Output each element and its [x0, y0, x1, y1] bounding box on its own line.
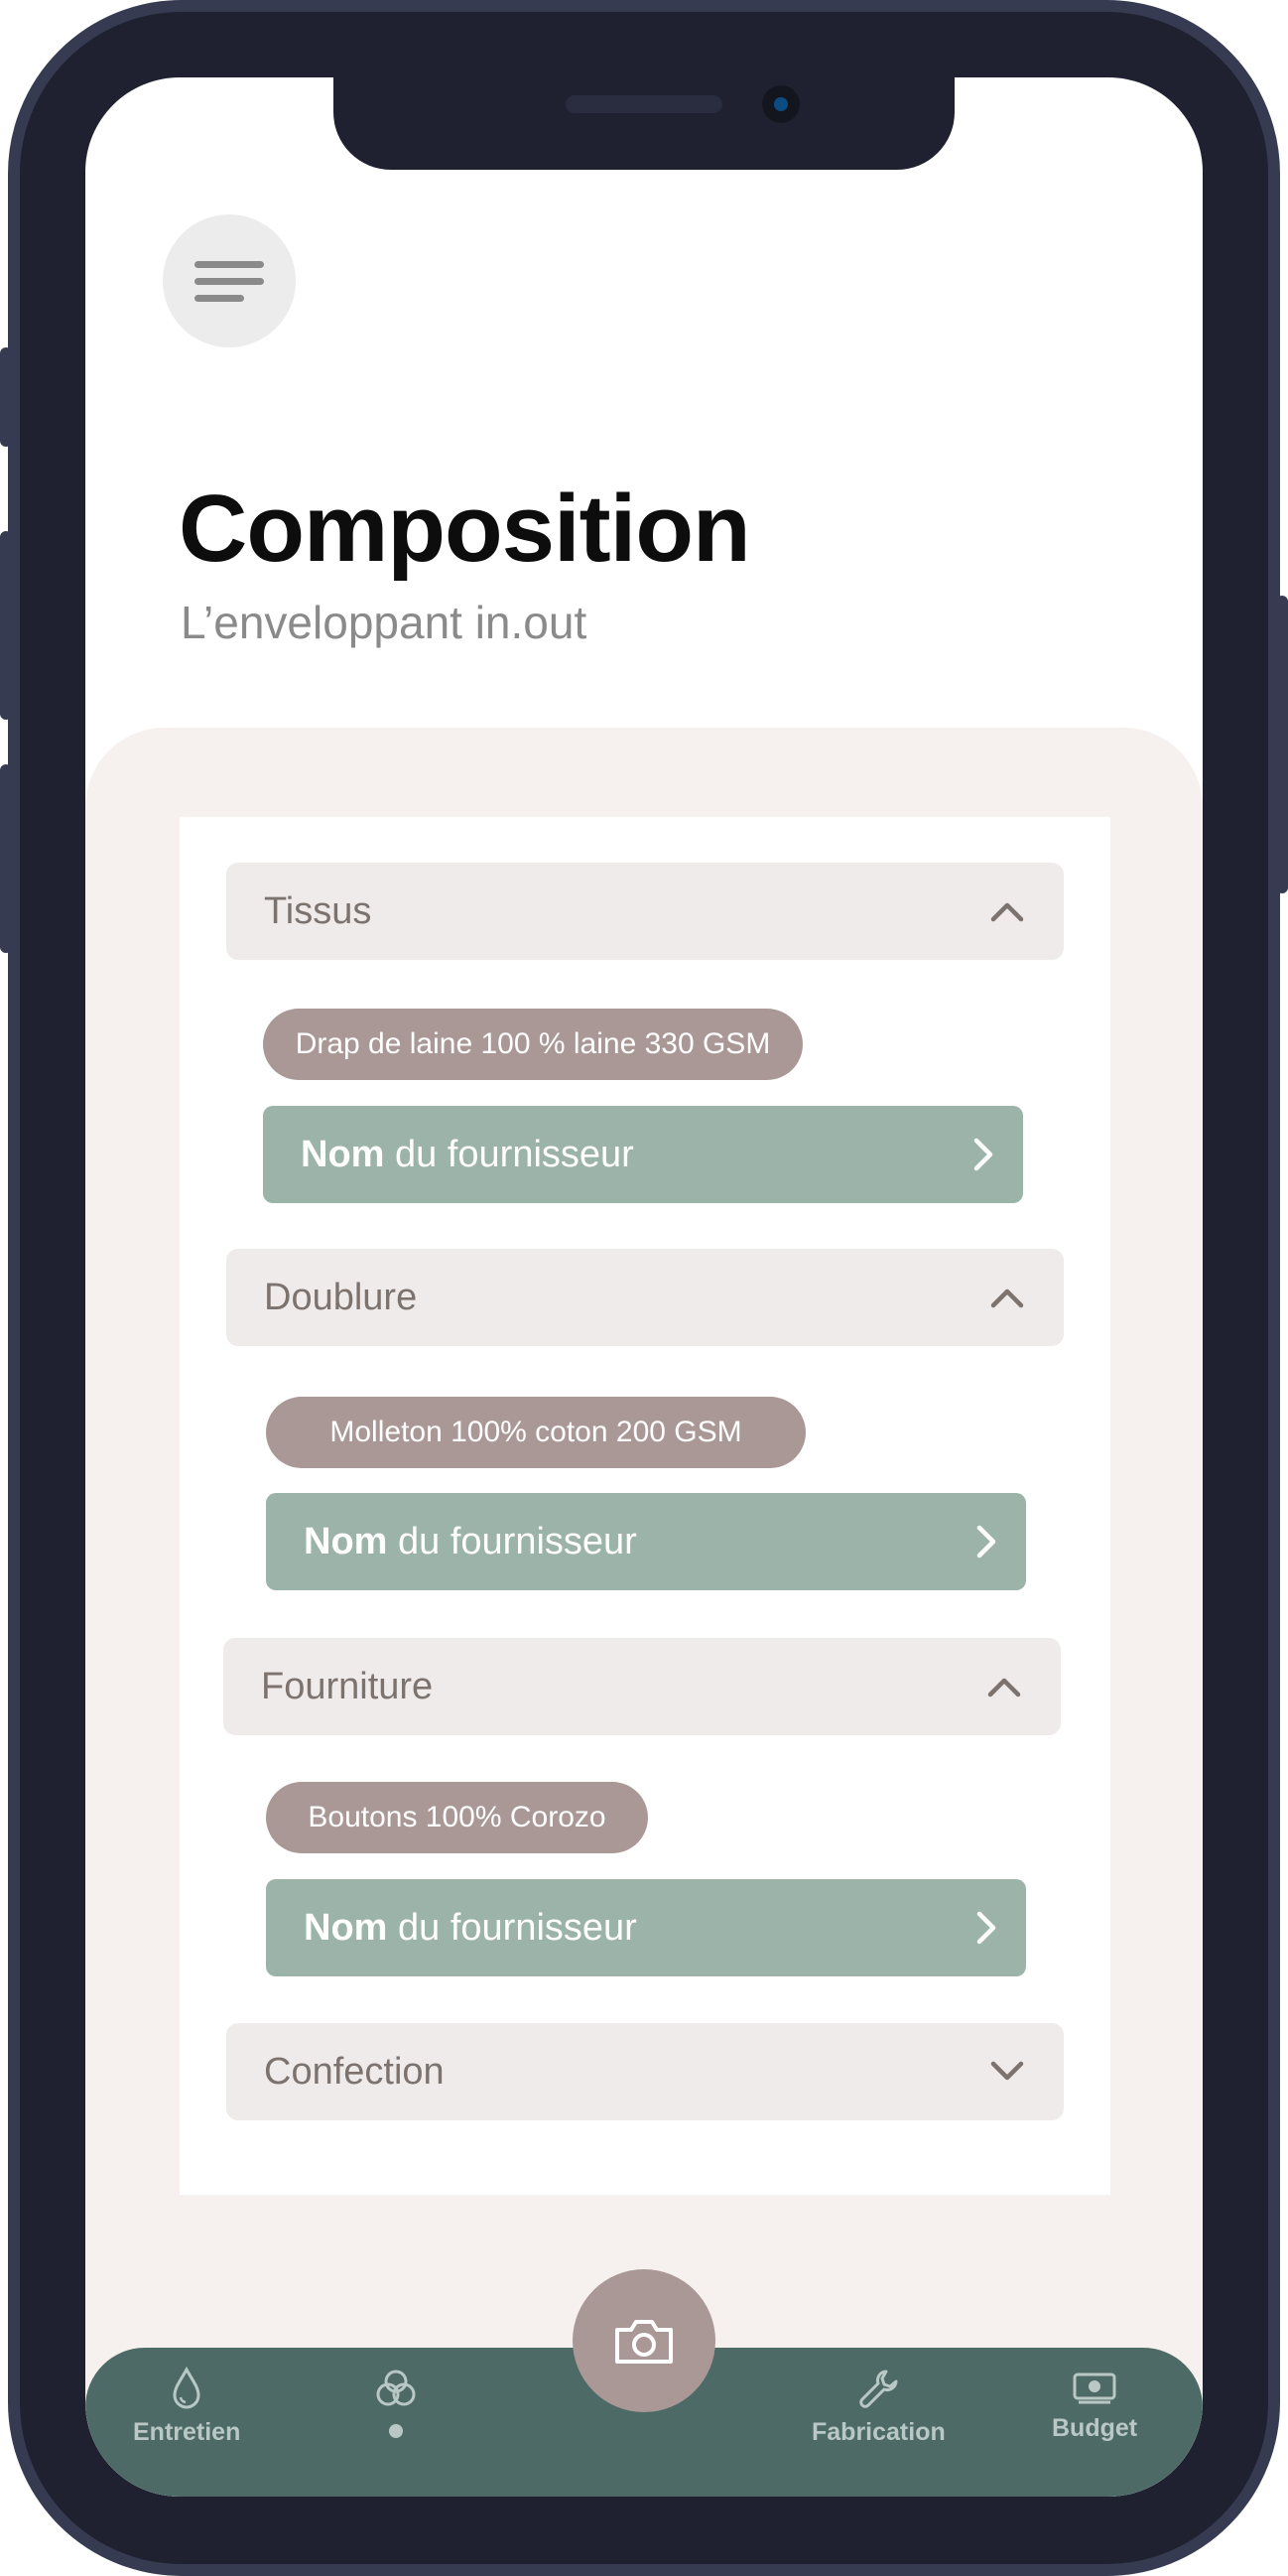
menu-line [194, 294, 244, 302]
supplier-label: Nom du fournisseur [301, 1133, 634, 1175]
chevron-up-icon [988, 892, 1026, 930]
wrench-icon [859, 2370, 898, 2408]
drop-icon [173, 2367, 200, 2409]
menu-line [194, 260, 264, 268]
front-camera [762, 85, 800, 123]
speaker-grille [566, 95, 722, 113]
material-tag: Boutons 100% Corozo [266, 1782, 648, 1853]
material-tag: Drap de laine 100 % laine 330 GSM [263, 1009, 803, 1080]
chevron-up-icon [988, 1279, 1026, 1316]
section-label: Doublure [264, 1276, 418, 1318]
volume-down-button [0, 764, 12, 953]
material-tag: Molleton 100% coton 200 GSM [266, 1397, 806, 1468]
chevron-right-icon [973, 1138, 993, 1171]
chevron-up-icon [985, 1668, 1023, 1705]
section-header-confection[interactable]: Confection [226, 2023, 1064, 2120]
nav-item-budget[interactable]: Budget [1052, 2367, 1137, 2443]
page-title: Composition [179, 475, 751, 582]
composition-card: Tissus Drap de laine 100 % laine 330 GSM… [180, 817, 1110, 2195]
nav-label: Entretien [133, 2418, 241, 2446]
power-button [1276, 596, 1288, 893]
section-header-doublure[interactable]: Doublure [226, 1249, 1064, 1346]
nav-item-composition[interactable] [374, 2367, 418, 2438]
chevron-right-icon [976, 1911, 996, 1945]
supplier-label: Nom du fournisseur [304, 1906, 637, 1949]
section-label: Confection [264, 2050, 445, 2093]
supplier-button-doublure[interactable]: Nom du fournisseur [266, 1493, 1026, 1590]
chevron-down-icon [988, 2053, 1026, 2091]
money-icon [1073, 2373, 1116, 2404]
supplier-label: Nom du fournisseur [304, 1520, 637, 1562]
screen: Composition L’enveloppant in.out Tissus … [85, 77, 1203, 2497]
circles-icon [376, 2370, 416, 2406]
section-label: Fourniture [261, 1665, 434, 1707]
menu-button[interactable] [163, 214, 296, 347]
supplier-button-fourniture[interactable]: Nom du fournisseur [266, 1879, 1026, 1976]
section-header-fourniture[interactable]: Fourniture [223, 1638, 1061, 1735]
camera-icon [615, 2320, 673, 2364]
nav-item-fabrication[interactable]: Fabrication [812, 2367, 946, 2447]
nav-item-entretien[interactable]: Entretien [133, 2367, 240, 2447]
section-label: Tissus [264, 889, 372, 932]
camera-button[interactable] [573, 2269, 715, 2412]
active-indicator-dot [389, 2424, 403, 2438]
menu-line [194, 277, 264, 285]
page-subtitle: L’enveloppant in.out [181, 597, 587, 648]
chevron-right-icon [976, 1525, 996, 1559]
nav-label: Budget [1052, 2414, 1138, 2442]
volume-up-button [0, 531, 12, 720]
nav-label: Fabrication [812, 2418, 946, 2446]
supplier-button-tissus[interactable]: Nom du fournisseur [263, 1106, 1023, 1203]
notch [333, 77, 955, 170]
section-header-tissus[interactable]: Tissus [226, 863, 1064, 960]
mute-switch [0, 347, 12, 447]
